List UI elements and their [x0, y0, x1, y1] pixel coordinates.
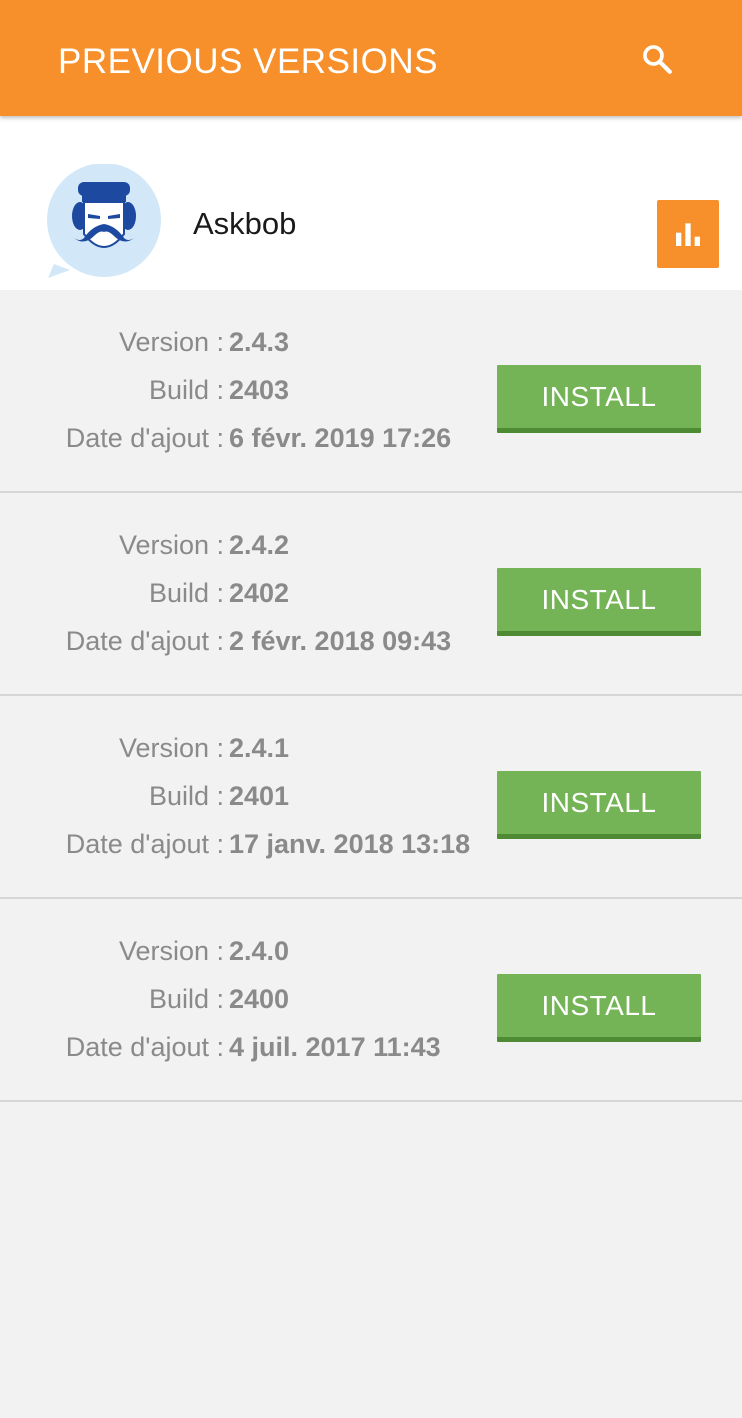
version-value: 2.4.3 — [229, 327, 290, 357]
version-row: Version : 2.4.1 Build : 2401 Date d'ajou… — [0, 696, 742, 899]
date-value: 4 juil. 2017 11:43 — [229, 1032, 441, 1062]
search-button[interactable] — [632, 34, 682, 84]
askbob-logo-icon — [44, 163, 164, 280]
version-label: Version : — [118, 936, 224, 966]
build-value: 2402 — [229, 578, 290, 608]
build-label: Build : — [148, 578, 224, 608]
version-label: Version : — [118, 327, 224, 357]
build-value: 2400 — [229, 984, 290, 1014]
date-label: Date d'ajout : — [65, 1032, 224, 1062]
stats-button[interactable] — [657, 200, 719, 268]
search-icon — [643, 45, 672, 74]
bar-chart-icon — [676, 223, 700, 246]
install-button[interactable]: INSTALL — [497, 974, 701, 1042]
app-name: Askbob — [193, 206, 297, 241]
build-value: 2403 — [229, 375, 290, 405]
app-bar: PREVIOUS VERSIONS — [0, 0, 742, 116]
version-value: 2.4.1 — [229, 733, 290, 763]
install-button[interactable]: INSTALL — [497, 771, 701, 839]
date-value: 6 févr. 2019 17:26 — [229, 423, 452, 453]
version-label: Version : — [118, 530, 224, 560]
date-label: Date d'ajout : — [65, 626, 224, 656]
version-value: 2.4.2 — [229, 530, 290, 560]
version-row: Version : 2.4.3 Build : 2403 Date d'ajou… — [0, 290, 742, 493]
date-value: 17 janv. 2018 13:18 — [229, 829, 471, 859]
app-header: Askbob — [0, 116, 742, 290]
version-label: Version : — [118, 733, 224, 763]
build-label: Build : — [148, 984, 224, 1014]
build-label: Build : — [148, 375, 224, 405]
version-list: Version : 2.4.3 Build : 2403 Date d'ajou… — [0, 290, 742, 1102]
install-button[interactable]: INSTALL — [497, 568, 701, 636]
page-title: PREVIOUS VERSIONS — [58, 42, 438, 81]
date-label: Date d'ajout : — [65, 829, 224, 859]
version-row: Version : 2.4.2 Build : 2402 Date d'ajou… — [0, 493, 742, 696]
build-value: 2401 — [229, 781, 290, 811]
install-button[interactable]: INSTALL — [497, 365, 701, 433]
date-label: Date d'ajout : — [65, 423, 224, 453]
date-value: 2 févr. 2018 09:43 — [229, 626, 452, 656]
version-row: Version : 2.4.0 Build : 2400 Date d'ajou… — [0, 899, 742, 1102]
version-value: 2.4.0 — [229, 936, 290, 966]
build-label: Build : — [148, 781, 224, 811]
